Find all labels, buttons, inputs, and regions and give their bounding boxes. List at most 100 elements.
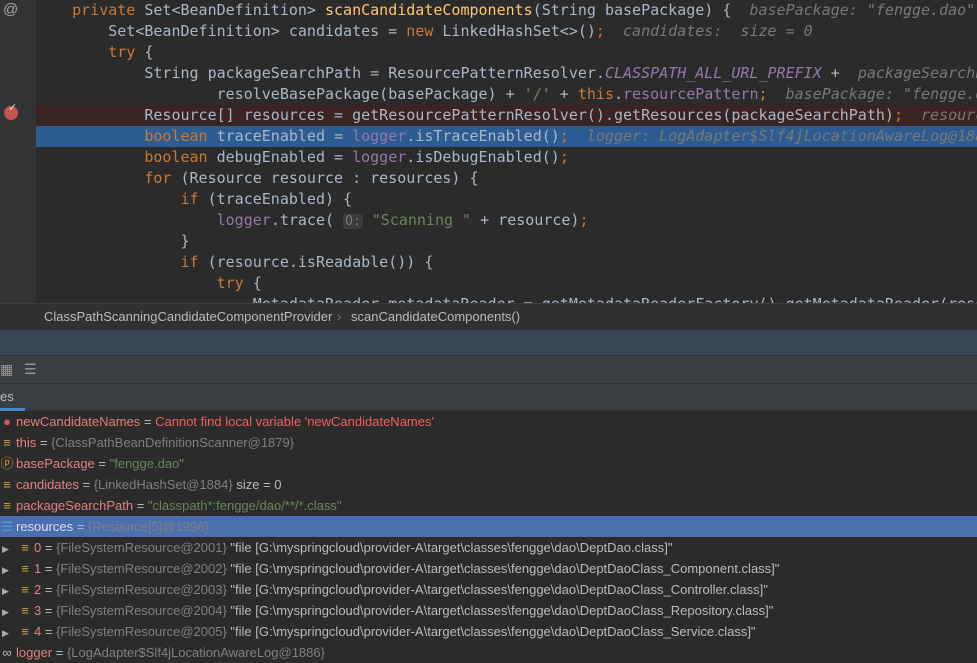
code-token: logger	[352, 127, 407, 145]
expand-arrow-icon[interactable]: ▶	[2, 623, 12, 644]
variable-row[interactable]: ≡ this = {ClassPathBeanDefinitionScanner@…	[0, 432, 977, 453]
variable-row[interactable]: ☰ resources = {Resource[5]@1996}	[0, 516, 977, 537]
variable-extra: "file [G:\myspringcloud\provider-A\targe…	[226, 582, 768, 597]
tab-label: es	[0, 389, 14, 404]
code-line[interactable]: boolean traceEnabled = logger.isTraceEna…	[36, 126, 977, 147]
field-icon: ≡	[21, 582, 29, 597]
variable-ref: {LogAdapter$Slf4jLocationAwareLog@1886}	[66, 645, 325, 660]
code-token: logger	[352, 148, 407, 166]
equals: =	[41, 603, 57, 618]
error-message: Cannot find local variable 'newCandidate…	[155, 414, 434, 429]
variable-row[interactable]: ▶ ≡ 1 = {FileSystemResource@2002} "file [G…	[0, 558, 977, 579]
code-token: .	[613, 85, 624, 103]
breadcrumb-method[interactable]: scanCandidateComponents()	[351, 304, 520, 330]
code-token: logger	[216, 211, 271, 229]
code-line[interactable]: String packageSearchPath = ResourcePatte…	[36, 63, 977, 84]
variable-row[interactable]: ● newCandidateNames = Cannot find local v…	[0, 411, 977, 432]
code-line[interactable]: Resource[] resources = getResourcePatter…	[36, 105, 977, 126]
code-line[interactable]: try {	[36, 42, 977, 63]
code-token: try	[216, 274, 253, 292]
code-editor[interactable]: @ ✓ private Set<BeanDefinition> scanCand…	[0, 0, 977, 303]
variables-tree[interactable]: ● newCandidateNames = Cannot find local v…	[0, 411, 977, 661]
code-token: Resource[] resources = getResourcePatter…	[144, 106, 894, 124]
expand-arrow-icon[interactable]: ▶	[2, 539, 12, 560]
variable-ref: {FileSystemResource@2005}	[56, 624, 227, 639]
inline-value-hint: packageSearchPath: "classpath*:fengge/da…	[857, 64, 977, 82]
breadcrumb-separator-icon: ›	[337, 309, 342, 324]
variable-row[interactable]: ▶ ≡ 0 = {FileSystemResource@2001} "file [G…	[0, 537, 977, 558]
inline-value-hint: resources: Resource[5]@1996	[921, 106, 977, 124]
code-line[interactable]: private Set<BeanDefinition> scanCandidat…	[36, 0, 977, 21]
code-token: boolean	[144, 148, 217, 166]
code-line[interactable]: logger.trace( O: "Scanning " + resource)…	[36, 210, 977, 231]
code-token: for	[144, 169, 181, 187]
variable-row[interactable]: ≡ packageSearchPath = "classpath*:fengge/…	[0, 495, 977, 516]
code-token: debugEnabled =	[216, 148, 353, 166]
code-line[interactable]: Set<BeanDefinition> candidates = new Lin…	[36, 21, 977, 42]
code-token: resourcePattern	[623, 85, 759, 103]
variable-row[interactable]: ▶ ≡ 2 = {FileSystemResource@2003} "file [G…	[0, 579, 977, 600]
variable-name: candidates	[16, 477, 79, 492]
variable-row[interactable]: ▶ ≡ 3 = {FileSystemResource@2004} "file [G…	[0, 600, 977, 621]
variable-row[interactable]: ≡ candidates = {LinkedHashSet@1884} size …	[0, 474, 977, 495]
field-icon: ≡	[3, 498, 11, 513]
code-line[interactable]: boolean debugEnabled = logger.isDebugEna…	[36, 147, 977, 168]
variable-extra: "file [G:\myspringcloud\provider-A\targe…	[226, 624, 756, 639]
code-token: if	[180, 190, 208, 208]
equals: =	[140, 414, 156, 429]
variable-row[interactable]: ∞ logger = {LogAdapter$Slf4jLocationAware…	[0, 642, 977, 663]
field-icon: ≡	[21, 540, 29, 555]
array-icon: ☰	[1, 519, 13, 534]
override-at-icon[interactable]: @	[3, 1, 18, 18]
table-icon[interactable]: ▦	[0, 356, 13, 383]
variable-name: logger	[16, 645, 53, 660]
code-token: resolveBasePackage(basePackage) +	[216, 85, 524, 103]
code-line[interactable]: try {	[36, 273, 977, 294]
code-token: }	[180, 232, 190, 250]
code-token: boolean	[144, 127, 217, 145]
code-token: ;	[559, 127, 569, 145]
code-line[interactable]: resolveBasePackage(basePackage) + '/' + …	[36, 84, 977, 105]
error-icon: ●	[3, 414, 11, 429]
field-icon: ≡	[3, 477, 11, 492]
variable-ref: {FileSystemResource@2001}	[56, 540, 227, 555]
code-token: LinkedHashSet<>()	[442, 22, 596, 40]
code-token: ;	[559, 148, 569, 166]
code-token: '/'	[523, 85, 551, 103]
code-token: (String basePackage) {	[532, 1, 750, 19]
code-token: String packageSearchPath = ResourcePatte…	[144, 64, 605, 82]
code-token: Set<BeanDefinition> candidates =	[108, 22, 407, 40]
code-token: new	[406, 22, 443, 40]
inline-value-hint: basePackage: "fengge.dao"	[785, 85, 977, 103]
expand-arrow-icon[interactable]: ▶	[2, 602, 12, 623]
code-token: this	[577, 85, 614, 103]
code-line[interactable]: MetadataReader metadataReader = getMetad…	[36, 294, 977, 303]
code-token: .trace(	[270, 211, 344, 229]
expand-arrow-icon[interactable]: ▶	[2, 560, 12, 581]
variable-name: newCandidateNames	[16, 414, 141, 429]
tab-variables[interactable]: es	[0, 384, 25, 411]
code-token: scanCandidateComponents	[325, 1, 533, 19]
variable-name: resources	[16, 519, 74, 534]
expand-arrow-icon[interactable]: ▶	[2, 581, 12, 602]
code-token: (traceEnabled) {	[207, 190, 353, 208]
variable-row[interactable]: ⓟ basePackage = "fengge.dao"	[0, 453, 977, 474]
code-token: .isTraceEnabled()	[406, 127, 560, 145]
variable-extra: "file [G:\myspringcloud\provider-A\targe…	[226, 603, 774, 618]
breadcrumb-class[interactable]: ClassPathScanningCandidateComponentProvi…	[44, 304, 332, 330]
code-line[interactable]: for (Resource resource : resources) {	[36, 168, 977, 189]
equals: =	[41, 561, 57, 576]
code-line[interactable]: }	[36, 231, 977, 252]
restore-layout-icon[interactable]: ☰	[24, 356, 37, 383]
field-icon: ≡	[21, 624, 29, 639]
code-token: .isDebugEnabled()	[406, 148, 560, 166]
code-line[interactable]: if (traceEnabled) {	[36, 189, 977, 210]
code-token: if	[180, 253, 208, 271]
variable-ref: {FileSystemResource@2003}	[56, 582, 227, 597]
code-line[interactable]: if (resource.isReadable()) {	[36, 252, 977, 273]
variable-row[interactable]: ▶ ≡ 4 = {FileSystemResource@2005} "file [G…	[0, 621, 977, 642]
variable-ref: {FileSystemResource@2002}	[56, 561, 227, 576]
equals: =	[41, 624, 57, 639]
